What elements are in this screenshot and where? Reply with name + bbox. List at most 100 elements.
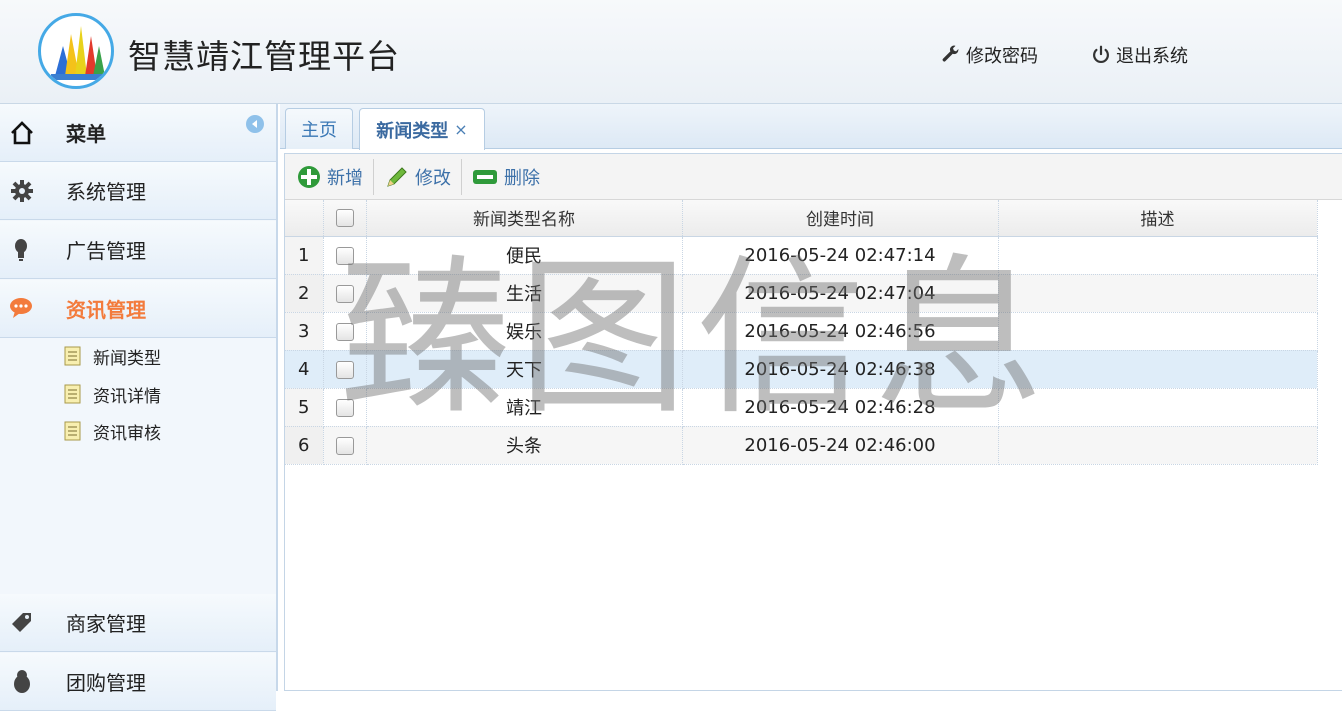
- row-number: 3: [285, 312, 324, 351]
- document-icon: [64, 421, 81, 441]
- change-password-label: 修改密码: [966, 46, 1038, 67]
- change-password-button[interactable]: 修改密码: [940, 42, 1038, 68]
- row-checkbox[interactable]: [335, 436, 354, 455]
- sidebar-item-groupbuy[interactable]: 团购管理: [0, 653, 276, 711]
- sidebar-item-news[interactable]: 资讯管理: [0, 280, 276, 338]
- row-number-header: [285, 200, 324, 237]
- sidebar-menu-header: 菜单: [0, 104, 276, 162]
- add-button[interactable]: 新增: [297, 162, 363, 192]
- document-icon: [64, 346, 81, 366]
- row-checkbox[interactable]: [335, 322, 354, 341]
- sidebar-menu-label: 菜单: [66, 122, 106, 146]
- chat-icon: [10, 298, 32, 318]
- tab-bar: 主页 新闻类型 ×: [280, 104, 1342, 150]
- cell-name: 便民: [366, 236, 683, 275]
- row-number: 4: [285, 350, 324, 389]
- select-all-header: [323, 200, 367, 237]
- document-icon: [64, 384, 81, 404]
- sidebar: 菜单 系统管理 广告管理 资讯管理 新闻类型 资讯详情 资讯审核 商家管理 团购…: [0, 104, 278, 711]
- column-header-name[interactable]: 新闻类型名称: [366, 200, 683, 237]
- sidebar-item-label: 商家管理: [66, 612, 146, 636]
- tab-label: 新闻类型: [376, 120, 449, 142]
- sidebar-item-ads[interactable]: 广告管理: [0, 221, 276, 279]
- row-checkbox[interactable]: [335, 360, 354, 379]
- submenu-item-news-detail[interactable]: 资讯详情: [64, 380, 161, 408]
- delete-button[interactable]: 删除: [472, 162, 540, 192]
- app-header: 智慧靖江管理平台 修改密码 退出系统: [0, 0, 1342, 104]
- submenu-item-label: 新闻类型: [93, 348, 161, 369]
- row-number: 5: [285, 388, 324, 427]
- sidebar-item-label: 资讯管理: [66, 298, 146, 322]
- logout-button[interactable]: 退出系统: [1090, 42, 1188, 68]
- cell-desc: [998, 312, 1318, 351]
- delete-label: 删除: [504, 168, 540, 189]
- row-select-cell: [323, 388, 367, 427]
- pencil-icon: [387, 167, 407, 187]
- main-content: 主页 新闻类型 × 新增 修改 删除 新闻类型名称 创建时间 描述 1 便民 2…: [280, 104, 1342, 691]
- row-checkbox[interactable]: [335, 284, 354, 303]
- gear-icon: [11, 180, 33, 202]
- cell-name: 娱乐: [366, 312, 683, 351]
- row-select-cell: [323, 274, 367, 313]
- power-icon: [1093, 45, 1109, 64]
- edit-button[interactable]: 修改: [385, 162, 451, 192]
- row-number: 6: [285, 426, 324, 465]
- add-label: 新增: [327, 168, 363, 189]
- row-checkbox[interactable]: [335, 398, 354, 417]
- home-icon: [11, 121, 33, 145]
- news-type-table: 新闻类型名称 创建时间 描述 1 便民 2016-05-24 02:47:14 …: [285, 200, 1318, 465]
- cell-time: 2016-05-24 02:47:14: [682, 236, 999, 275]
- sidebar-item-merchant[interactable]: 商家管理: [0, 594, 276, 652]
- row-number: 1: [285, 236, 324, 275]
- submenu-item-label: 资讯详情: [93, 386, 161, 407]
- app-title: 智慧靖江管理平台: [128, 37, 400, 76]
- table-row[interactable]: 1 便民 2016-05-24 02:47:14: [285, 236, 1318, 275]
- toolbar: 新增 修改 删除: [285, 154, 1342, 200]
- cell-name: 靖江: [366, 388, 683, 427]
- tab-home[interactable]: 主页: [285, 108, 353, 149]
- cell-time: 2016-05-24 02:46:56: [682, 312, 999, 351]
- row-select-cell: [323, 236, 367, 275]
- chevron-left-icon: [252, 120, 257, 128]
- toolbar-divider: [461, 159, 462, 195]
- table-header-row: 新闻类型名称 创建时间 描述: [285, 200, 1318, 237]
- bird-icon: [14, 670, 30, 693]
- row-checkbox[interactable]: [335, 246, 354, 265]
- cell-name: 生活: [366, 274, 683, 313]
- cell-desc: [998, 388, 1318, 427]
- close-tab-icon[interactable]: ×: [454, 120, 467, 139]
- datagrid-panel: 新增 修改 删除 新闻类型名称 创建时间 描述 1 便民 2016-05-24 …: [284, 153, 1342, 691]
- submenu-item-label: 资讯审核: [93, 423, 161, 444]
- edit-label: 修改: [415, 168, 451, 189]
- column-header-time[interactable]: 创建时间: [682, 200, 999, 237]
- minus-icon: [473, 170, 497, 184]
- select-all-checkbox[interactable]: [335, 208, 354, 227]
- cell-desc: [998, 350, 1318, 389]
- column-header-desc[interactable]: 描述: [998, 200, 1318, 237]
- cell-desc: [998, 274, 1318, 313]
- cell-time: 2016-05-24 02:47:04: [682, 274, 999, 313]
- tab-news-type[interactable]: 新闻类型 ×: [359, 108, 485, 150]
- sidebar-item-label: 团购管理: [66, 671, 146, 695]
- row-number: 2: [285, 274, 324, 313]
- collapse-sidebar-button[interactable]: [246, 115, 264, 133]
- table-row[interactable]: 3 娱乐 2016-05-24 02:46:56: [285, 312, 1318, 351]
- app-logo: [38, 13, 114, 89]
- logout-label: 退出系统: [1116, 46, 1188, 67]
- table-row[interactable]: 6 头条 2016-05-24 02:46:00: [285, 426, 1318, 465]
- table-row[interactable]: 4 天下 2016-05-24 02:46:38: [285, 350, 1318, 389]
- submenu-item-news-type[interactable]: 新闻类型: [64, 342, 161, 370]
- cell-name: 头条: [366, 426, 683, 465]
- table-row[interactable]: 5 靖江 2016-05-24 02:46:28: [285, 388, 1318, 427]
- row-select-cell: [323, 312, 367, 351]
- table-row[interactable]: 2 生活 2016-05-24 02:47:04: [285, 274, 1318, 313]
- cell-name: 天下: [366, 350, 683, 389]
- plus-icon: [298, 166, 320, 188]
- tag-icon: [12, 613, 31, 632]
- sidebar-item-system[interactable]: 系统管理: [0, 162, 276, 220]
- cell-time: 2016-05-24 02:46:38: [682, 350, 999, 389]
- submenu-item-news-review[interactable]: 资讯审核: [64, 417, 161, 445]
- cell-time: 2016-05-24 02:46:00: [682, 426, 999, 465]
- cell-time: 2016-05-24 02:46:28: [682, 388, 999, 427]
- toolbar-divider: [373, 159, 374, 195]
